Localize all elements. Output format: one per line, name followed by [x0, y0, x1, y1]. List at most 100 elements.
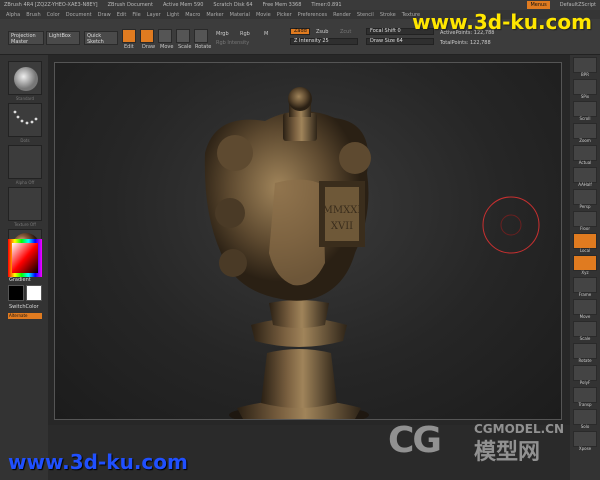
color-picker[interactable]: [8, 239, 42, 277]
shelf-scroll-button[interactable]: [573, 101, 597, 117]
rotate-button[interactable]: [194, 29, 208, 43]
shelf-move-label: Move: [579, 314, 591, 319]
shelf-polyf-label: PolyF: [579, 380, 591, 385]
menu-color[interactable]: Color: [47, 12, 60, 18]
right-shelf: BPR SPix Scroll Zoom Actual AAHalf Persp Floor L…: [570, 55, 600, 480]
timer: Timer:0.891: [311, 2, 342, 8]
brush-thumbnail[interactable]: [8, 61, 42, 95]
shelf-persp-button[interactable]: [573, 189, 597, 205]
brush-label: Standard: [15, 96, 35, 101]
gradient-label: Gradient: [9, 277, 31, 283]
shelf-actual-label: Actual: [578, 160, 592, 165]
active-mem: Active Mem 590: [162, 2, 204, 8]
menu-file[interactable]: File: [132, 12, 140, 18]
menu-material[interactable]: Material: [230, 12, 250, 18]
menu-macro[interactable]: Macro: [185, 12, 200, 18]
z-intensity-slider[interactable]: Z Intensity 25: [290, 38, 358, 45]
mrgb-toggle[interactable]: Mrgb: [216, 31, 229, 37]
menu-stencil[interactable]: Stencil: [357, 12, 374, 18]
menu-draw[interactable]: Draw: [98, 12, 111, 18]
menu-light[interactable]: Light: [167, 12, 179, 18]
app-title: ZBrush 4R4 [ZQ2Z-YHEO-XAE3-N8EY]: [4, 2, 98, 8]
default-zscript[interactable]: DefaultZScript: [560, 2, 596, 8]
title-bar: ZBrush 4R4 [ZQ2Z-YHEO-XAE3-N8EY] ZBrush …: [0, 0, 600, 10]
standard-brush-icon: [14, 67, 38, 91]
bronze-bust-model: MMXXI XVII: [204, 87, 540, 419]
shelf-floor-button[interactable]: [573, 211, 597, 227]
texture-label: Texture Off: [14, 222, 36, 227]
menu-brush[interactable]: Brush: [26, 12, 40, 18]
document-canvas[interactable]: MMXXI XVII: [54, 62, 562, 420]
rgb-intensity-slider[interactable]: Rgb Intensity: [216, 40, 249, 46]
move-label: Move: [160, 44, 174, 50]
color-square-icon: [8, 239, 42, 277]
menu-movie[interactable]: Movie: [256, 12, 271, 18]
watermark-top: www.3d-ku.com: [412, 10, 592, 34]
zadd-toggle[interactable]: Zadd: [290, 28, 310, 35]
edit-button[interactable]: [122, 29, 136, 43]
svg-text:XVII: XVII: [331, 221, 353, 232]
left-tray: Standard Dots Alpha Off Texture Off Grad…: [0, 55, 48, 480]
menu-edit[interactable]: Edit: [117, 12, 127, 18]
shelf-aahalf-label: AAHalf: [578, 182, 592, 187]
shelf-bpr-label: BPR: [581, 72, 589, 77]
edit-label: Edit: [124, 44, 134, 50]
shelf-aahalf-button[interactable]: [573, 167, 597, 183]
shelf-transp-label: Transp: [578, 402, 592, 407]
zsub-toggle[interactable]: Zsub: [316, 29, 328, 35]
menu-render[interactable]: Render: [333, 12, 351, 18]
shelf-frame-button[interactable]: [573, 277, 597, 293]
m-toggle[interactable]: M: [264, 31, 268, 37]
projection-master-button[interactable]: Projection Master: [8, 31, 44, 45]
stroke-thumbnail[interactable]: [8, 103, 42, 137]
quick-sketch-button[interactable]: Quick Sketch: [84, 31, 118, 45]
secondary-color-swatch[interactable]: [8, 285, 24, 301]
draw-label: Draw: [142, 44, 156, 50]
alpha-label: Alpha Off: [15, 180, 35, 185]
menu-stroke[interactable]: Stroke: [380, 12, 396, 18]
menu-document[interactable]: Document: [66, 12, 92, 18]
alpha-thumbnail[interactable]: [8, 145, 42, 179]
svg-text:MMXXI: MMXXI: [323, 205, 362, 216]
shelf-scale-button[interactable]: [573, 321, 597, 337]
menu-picker[interactable]: Picker: [277, 12, 292, 18]
shelf-rotate-button[interactable]: [573, 343, 597, 359]
shelf-local-label: Local: [579, 248, 591, 253]
draw-button[interactable]: [140, 29, 154, 43]
shelf-spix-label: SPix: [580, 94, 590, 99]
menus-button[interactable]: Menus: [527, 1, 550, 9]
lightbox-button[interactable]: LightBox: [46, 31, 80, 45]
shelf-persp-label: Persp: [579, 204, 591, 209]
scratch-disk: Scratch Disk 64: [213, 2, 253, 8]
alternate-button[interactable]: Alternate: [8, 313, 42, 319]
shelf-move-button[interactable]: [573, 299, 597, 315]
cg-logo-text: CG: [388, 420, 442, 461]
menu-layer[interactable]: Layer: [147, 12, 161, 18]
shelf-polyf-button[interactable]: [573, 365, 597, 381]
menu-preferences[interactable]: Preferences: [298, 12, 327, 18]
shelf-scale-label: Scale: [579, 336, 591, 341]
shelf-scroll-label: Scroll: [579, 116, 591, 121]
shelf-zoom-button[interactable]: [573, 123, 597, 139]
cgmodel-logo: CG CGMODEL.CN 模型网: [388, 418, 588, 468]
menu-alpha[interactable]: Alpha: [6, 12, 20, 18]
draw-size-slider[interactable]: Draw Size 64: [366, 38, 434, 45]
main-color-swatch[interactable]: [26, 285, 42, 301]
texture-thumbnail[interactable]: [8, 187, 42, 221]
shelf-actual-button[interactable]: [573, 145, 597, 161]
shelf-zoom-label: Zoom: [579, 138, 591, 143]
menu-marker[interactable]: Marker: [206, 12, 223, 18]
zcut-toggle[interactable]: Zcut: [340, 29, 351, 35]
shelf-spix-button[interactable]: [573, 79, 597, 95]
move-button[interactable]: [158, 29, 172, 43]
shelf-xyz-button[interactable]: [573, 255, 597, 271]
rgb-toggle[interactable]: Rgb: [240, 31, 250, 37]
free-mem: Free Mem 3368: [262, 2, 302, 8]
shelf-bpr-button[interactable]: [573, 57, 597, 73]
shelf-local-button[interactable]: [573, 233, 597, 249]
switch-color-button[interactable]: SwitchColor: [9, 304, 39, 310]
shelf-floor-label: Floor: [580, 226, 590, 231]
scale-button[interactable]: [176, 29, 190, 43]
shelf-transp-button[interactable]: [573, 387, 597, 403]
cg-cn-text: 模型网: [474, 440, 541, 465]
